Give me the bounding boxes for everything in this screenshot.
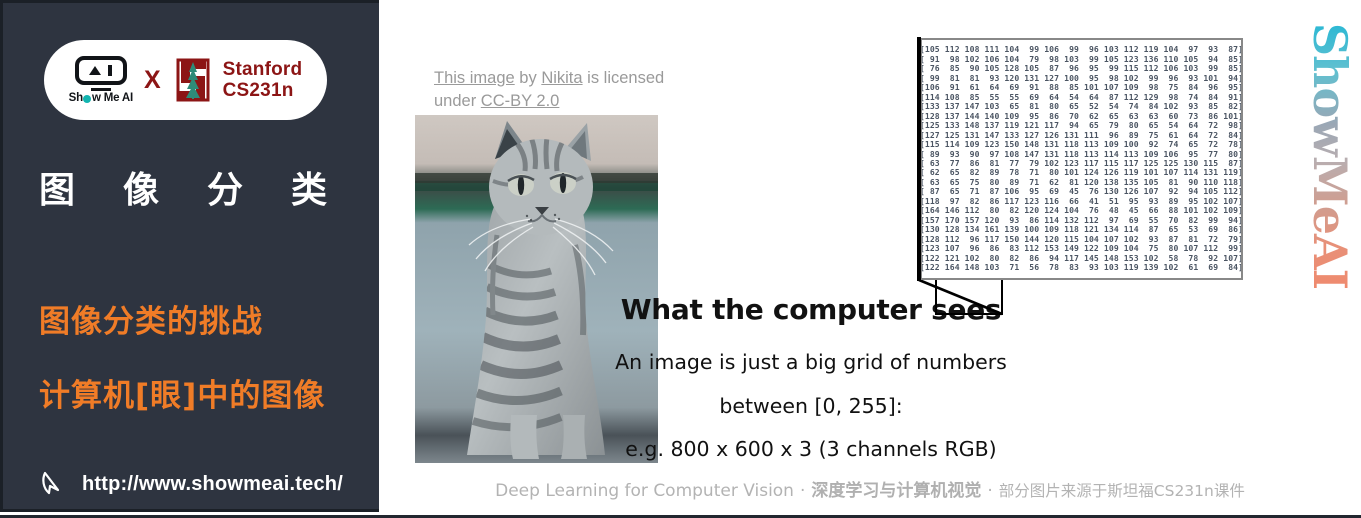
bar-icon <box>108 65 113 76</box>
attribution-by: by <box>514 69 542 87</box>
callout-line-2: between [0, 255]: <box>719 394 903 418</box>
watermark-text: ShowMeAI <box>1303 22 1357 290</box>
site-url-text: http://www.showmeai.tech/ <box>82 472 343 495</box>
stanford-line-1: Stanford <box>222 58 303 80</box>
pixel-matrix-text: [[105 112 108 111 104 99 106 99 96 103 1… <box>922 44 1241 273</box>
image-attribution: This image by Nikita is licensed under C… <box>434 67 694 114</box>
heading-challenge: 图像分类的挑战 <box>39 304 263 340</box>
monitor-stand-icon <box>90 88 111 91</box>
attribution-image-link[interactable]: This image <box>434 69 515 87</box>
heading-computer-view: 计算机[眼]中的图像 <box>39 378 326 414</box>
callout-title: What the computer sees <box>620 293 1002 326</box>
footer-tail: 部分图片来源于斯坦福CS231n课件 <box>998 482 1245 500</box>
mouse-cursor-icon <box>42 471 60 495</box>
show-me-ai-wordmark: Sh w Me AI <box>68 92 133 104</box>
show-me-ai-monitor-icon <box>74 56 127 85</box>
page-title: 图像分类 <box>39 170 376 211</box>
attribution-author-link[interactable]: Nikita <box>541 69 582 87</box>
stanford-line-2: CS231n <box>222 80 294 101</box>
footer-zh: 深度学习与计算机视觉 <box>811 481 982 501</box>
show-me-ai-logo: Sh w Me AI <box>69 56 133 104</box>
stanford-course-label: Stanford CS231n <box>223 59 303 102</box>
site-url-row[interactable]: http://www.showmeai.tech/ <box>39 469 343 499</box>
caret-up-icon <box>89 66 102 75</box>
pixel-matrix-panel: [[105 112 108 111 104 99 106 99 96 103 1… <box>917 37 1243 281</box>
footer-en: Deep Learning for Computer Vision <box>495 481 794 501</box>
teal-dot-icon <box>83 95 92 103</box>
footer-sep-2: · <box>987 481 993 501</box>
content-panel: This image by Nikita is licensed under C… <box>379 0 1361 515</box>
attribution-license-link[interactable]: CC-BY 2.0 <box>481 92 560 110</box>
cross-label: X <box>143 65 161 94</box>
callout-line-3: e.g. 800 x 600 x 3 (3 channels RGB) <box>625 437 997 461</box>
stanford-tree-s-icon <box>172 56 214 104</box>
slide-footer: Deep Learning for Computer Vision · 深度学习与计… <box>379 476 1361 501</box>
brand-badge: Sh w Me AI X Stanford CS231n <box>44 40 327 120</box>
sidebar-panel: Sh w Me AI X Stanford CS231n 图像分类 图像分类的挑… <box>0 0 379 512</box>
footer-sep-1: · <box>799 481 806 501</box>
callout-line-1: An image is just a big grid of numbers <box>615 350 1007 374</box>
showmeai-watermark: ShowMeAI <box>1301 22 1359 290</box>
slide-canvas: Sh w Me AI X Stanford CS231n 图像分类 图像分类的挑… <box>0 0 1361 518</box>
